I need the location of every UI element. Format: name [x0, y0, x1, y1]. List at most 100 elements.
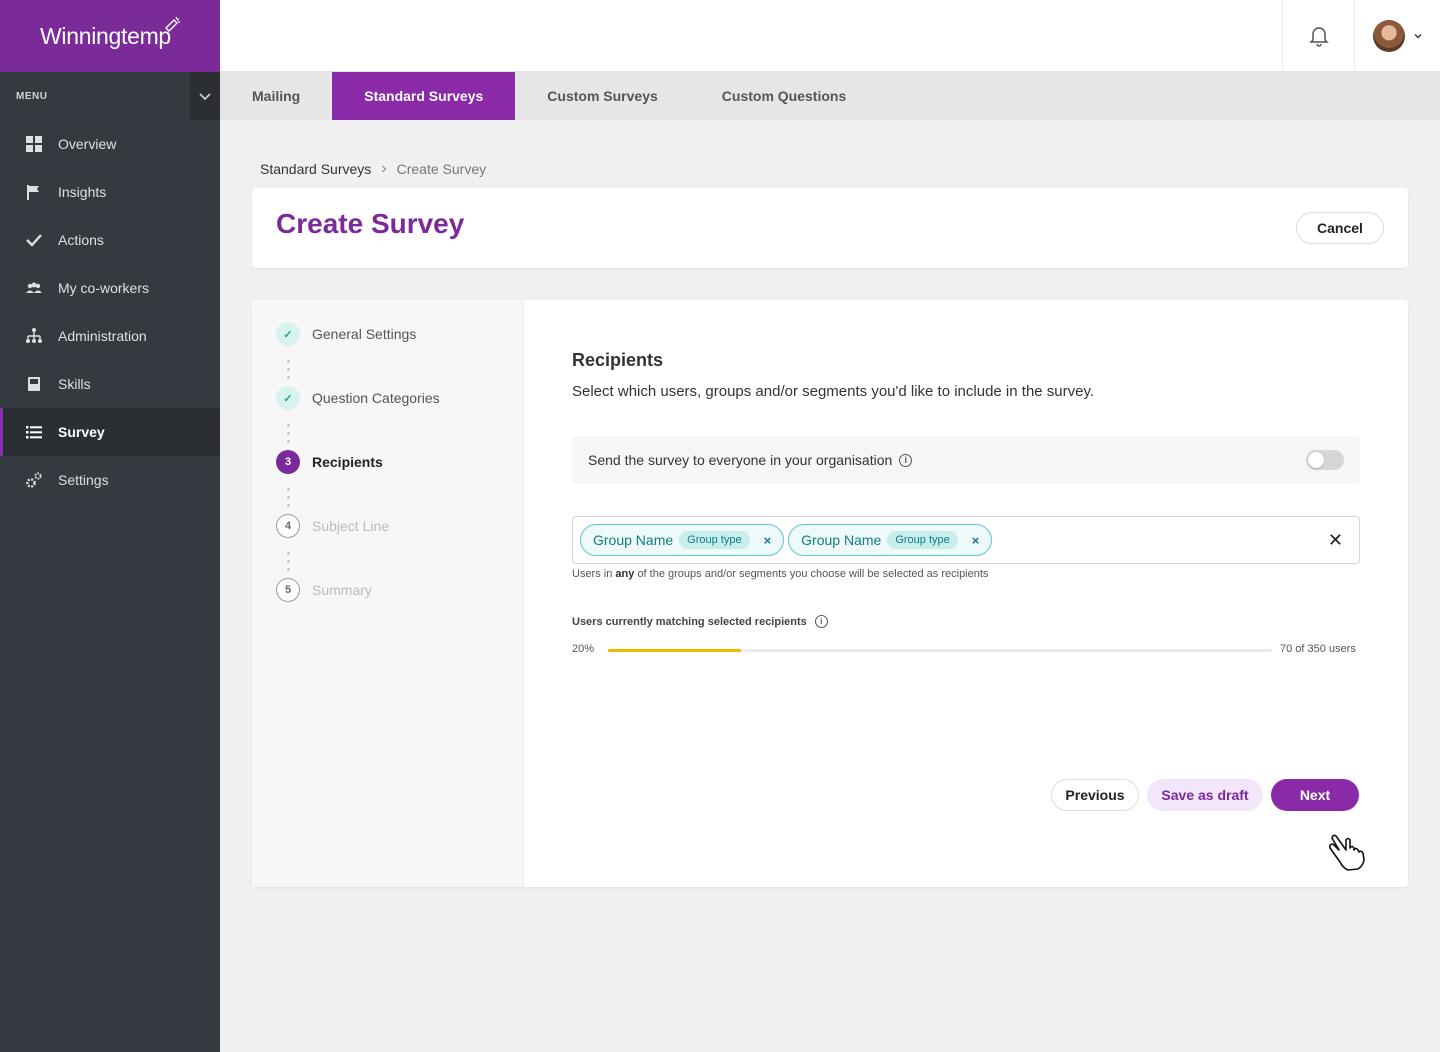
clear-all-icon[interactable]: ✕	[1328, 530, 1343, 551]
sidebar-item-label: Settings	[58, 472, 109, 488]
step-general-settings[interactable]: ✓ General Settings	[276, 322, 416, 346]
sidebar-item-actions[interactable]: Actions	[0, 216, 220, 264]
sidebar-item-label: Skills	[58, 376, 91, 392]
step-subject-line[interactable]: 4 Subject Line	[276, 514, 389, 538]
book-icon	[25, 375, 43, 393]
breadcrumb: Standard Surveys › Create Survey	[260, 160, 486, 178]
hand-pointer-cursor-icon	[1329, 834, 1365, 871]
send-to-everyone-row: Send the survey to everyone in your orga…	[572, 436, 1360, 484]
hint-emphasis: any	[615, 568, 635, 580]
grid-icon	[25, 135, 43, 153]
sidebar-item-settings[interactable]: Settings	[0, 456, 220, 504]
menu-label: MENU	[16, 90, 48, 102]
next-button[interactable]: Next	[1271, 779, 1359, 811]
step-label: Recipients	[312, 454, 383, 470]
recipient-chip: Group Name Group type ×	[580, 524, 785, 556]
chip-type-badge: Group type	[887, 531, 958, 549]
previous-button[interactable]: Previous	[1051, 779, 1139, 811]
page-title: Create Survey	[276, 208, 465, 239]
sidebar-item-administration[interactable]: Administration	[0, 312, 220, 360]
sidebar-item-label: Actions	[58, 232, 104, 248]
step-label: Subject Line	[312, 518, 390, 534]
sidebar-item-insights[interactable]: Insights	[0, 168, 220, 216]
step-number: 3	[276, 450, 300, 474]
flag-icon	[25, 183, 43, 201]
remove-chip-icon[interactable]: ×	[972, 533, 980, 548]
step-connector	[287, 488, 290, 507]
sidebar-item-survey[interactable]: Survey	[0, 408, 220, 456]
sidebar-item-label: Administration	[58, 328, 147, 344]
sidebar-item-skills[interactable]: Skills	[0, 360, 220, 408]
org-chart-icon	[25, 327, 43, 345]
logo-sparkle-icon	[165, 16, 180, 32]
step-summary[interactable]: 5 Summary	[276, 578, 372, 602]
breadcrumb-separator: ›	[381, 160, 387, 177]
top-bar	[220, 0, 1440, 72]
toggle-knob	[1308, 452, 1324, 468]
tab-standard-surveys[interactable]: Standard Surveys	[332, 72, 516, 120]
matching-percent: 20%	[572, 643, 595, 655]
recipients-select-field[interactable]: Group Name Group type × Group Name Group…	[572, 516, 1360, 564]
chip-name: Group Name	[801, 532, 882, 548]
sidebar-item-label: Insights	[58, 184, 107, 200]
breadcrumb-parent[interactable]: Standard Surveys	[260, 161, 371, 177]
chevron-down-icon	[199, 93, 211, 101]
sidebar-item-my-co-workers[interactable]: My co-workers	[0, 264, 220, 312]
step-number: 5	[276, 578, 300, 602]
recipients-hint: Users in any of the groups and/or segmen…	[572, 568, 988, 580]
step-label: Question Categories	[312, 390, 440, 406]
tab-custom-questions[interactable]: Custom Questions	[690, 72, 878, 120]
save-draft-button[interactable]: Save as draft	[1147, 779, 1263, 811]
gears-icon	[25, 471, 43, 489]
menu-collapse-button[interactable]	[190, 72, 220, 120]
info-icon[interactable]: i	[899, 453, 913, 467]
step-connector	[287, 424, 290, 443]
wizard-actions: Previous Save as draft Next	[1051, 779, 1359, 811]
step-connector	[287, 552, 290, 571]
step-connector	[287, 360, 290, 379]
step-complete-marker: ✓	[276, 386, 300, 410]
tabs: Mailing Standard Surveys Custom Surveys …	[220, 72, 1440, 120]
people-icon	[25, 279, 43, 297]
bell-icon	[1308, 27, 1329, 47]
sidebar-item-label: Survey	[58, 424, 105, 440]
step-complete-marker: ✓	[276, 322, 300, 346]
send-to-everyone-toggle[interactable]	[1306, 450, 1344, 470]
breadcrumb-current: Create Survey	[396, 161, 487, 177]
survey-wizard-card: ✓ General Settings ✓ Question Categories…	[252, 300, 1408, 887]
list-icon	[25, 423, 43, 441]
info-icon[interactable]: i	[814, 615, 828, 628]
page-header-card: Create Survey Cancel	[252, 188, 1408, 268]
recipient-chip: Group Name Group type ×	[788, 524, 993, 556]
sidebar-item-overview[interactable]: Overview	[0, 120, 220, 168]
sidebar-item-label: Overview	[58, 136, 117, 152]
matching-progress-bar	[608, 649, 1272, 652]
wizard-stepper: ✓ General Settings ✓ Question Categories…	[252, 300, 524, 887]
progress-fill	[608, 649, 741, 652]
notifications-button[interactable]	[1282, 0, 1354, 72]
matching-users-label: Users currently matching selected recipi…	[572, 615, 828, 628]
user-menu[interactable]	[1354, 0, 1440, 72]
step-question-categories[interactable]: ✓ Question Categories	[276, 386, 440, 410]
step-recipients[interactable]: 3 Recipients	[276, 450, 383, 474]
remove-chip-icon[interactable]: ×	[764, 533, 772, 548]
check-icon	[25, 231, 43, 249]
sidebar-item-label: My co-workers	[58, 280, 150, 296]
tab-custom-surveys[interactable]: Custom Surveys	[515, 72, 689, 120]
menu-header: MENU	[0, 72, 220, 120]
chip-name: Group Name	[593, 532, 674, 548]
brand-logo[interactable]: Winningtemp	[0, 0, 220, 72]
step-number: 4	[276, 514, 300, 538]
step-label: General Settings	[312, 326, 417, 342]
hint-prefix: Users in	[572, 568, 613, 580]
matching-users-text: Users currently matching selected recipi…	[572, 615, 807, 628]
sidebar: Winningtemp MENU Overview Insights Actio…	[0, 0, 220, 1052]
avatar	[1372, 20, 1405, 52]
hint-suffix: of the groups and/or segments you choose…	[637, 568, 989, 580]
section-title: Recipients	[572, 350, 664, 370]
tab-mailing[interactable]: Mailing	[220, 72, 332, 120]
step-label: Summary	[312, 582, 372, 598]
brand-name: Winningtemp	[40, 22, 171, 49]
section-description: Select which users, groups and/or segmen…	[572, 383, 1095, 400]
cancel-button[interactable]: Cancel	[1296, 212, 1384, 244]
